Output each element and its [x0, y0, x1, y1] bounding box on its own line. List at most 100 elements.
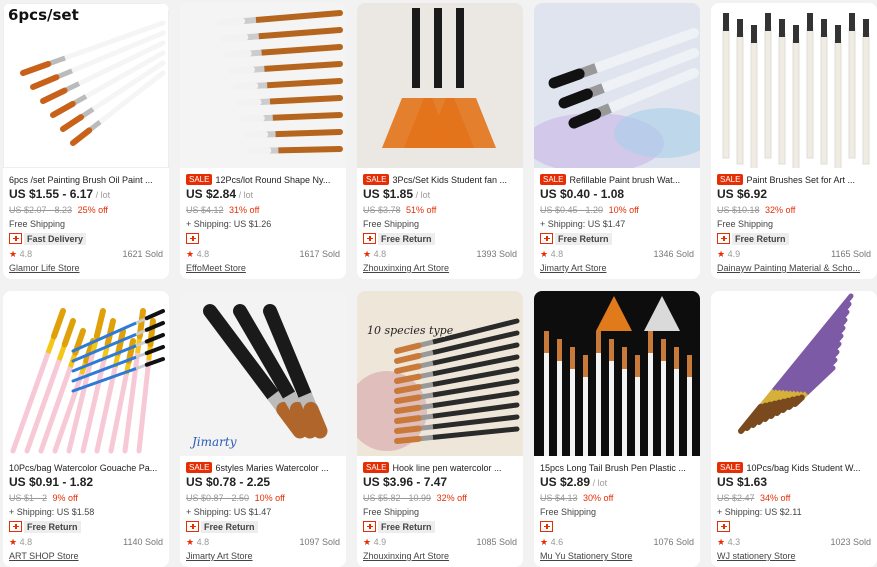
- store-link[interactable]: WJ stationery Store: [717, 549, 873, 563]
- badge-row: Free Return: [186, 519, 342, 533]
- sold-count: 1023 Sold: [830, 535, 871, 549]
- product-title[interactable]: SALE3Pcs/Set Kids Student fan ...: [363, 173, 519, 187]
- product-price: US $2.84: [186, 187, 236, 201]
- product-card[interactable]: SALEPaint Brushes Set for Art ... US $6.…: [711, 3, 877, 279]
- badge-row: [186, 231, 342, 245]
- original-price: US $10.18: [717, 205, 760, 215]
- store-link[interactable]: Jimarty Art Store: [540, 261, 696, 275]
- product-card[interactable]: 10 species type SALEHook line pen waterc…: [357, 291, 523, 567]
- product-image[interactable]: [357, 3, 523, 168]
- sold-count: 1621 Sold: [122, 247, 163, 261]
- service-tag: Free Return: [201, 521, 258, 533]
- rating-value: 4.9: [728, 249, 741, 259]
- sold-count: 1076 Sold: [653, 535, 694, 549]
- discount-label: 25% off: [78, 205, 108, 215]
- rating-value: 4.8: [20, 249, 33, 259]
- product-card[interactable]: SALE3Pcs/Set Kids Student fan ... US $1.…: [357, 3, 523, 279]
- rating-value: 4.6: [551, 537, 564, 547]
- shipping-info: + Shipping: US $1.26: [186, 217, 342, 231]
- product-price: US $6.92: [717, 187, 767, 201]
- gift-icon: [363, 521, 376, 532]
- product-image[interactable]: [180, 3, 346, 168]
- product-image[interactable]: [711, 291, 877, 456]
- discount-label: 32% off: [437, 493, 467, 503]
- store-link[interactable]: Mu Yu Stationery Store: [540, 549, 696, 563]
- product-card[interactable]: Jimarty SALE6styles Maries Watercolor ..…: [180, 291, 346, 567]
- sold-count: 1085 Sold: [476, 535, 517, 549]
- product-card[interactable]: 10Pcs/bag Watercolor Gouache Pa... US $0…: [3, 291, 169, 567]
- gift-icon: [186, 233, 199, 244]
- product-image[interactable]: [711, 3, 877, 168]
- product-title[interactable]: SALEHook line pen watercolor ...: [363, 461, 519, 475]
- product-title-text: Hook line pen watercolor ...: [392, 463, 501, 473]
- star-icon: ★: [9, 537, 17, 547]
- gift-icon: [363, 233, 376, 244]
- price-unit: / lot: [96, 190, 111, 200]
- product-card[interactable]: 6pcs/set 6pcs /set Painting Brush Oil Pa…: [3, 3, 169, 279]
- product-image[interactable]: 6pcs/set: [3, 3, 169, 168]
- product-card[interactable]: SALE12Pcs/lot Round Shape Ny... US $2.84…: [180, 3, 346, 279]
- service-tag: Free Return: [555, 233, 612, 245]
- product-card[interactable]: 15pcs Long Tail Brush Pen Plastic ... US…: [534, 291, 700, 567]
- price-unit: / lot: [593, 478, 608, 488]
- product-card[interactable]: SALE10Pcs/bag Kids Student W... US $1.63…: [711, 291, 877, 567]
- store-link[interactable]: Glamor Life Store: [9, 261, 165, 275]
- product-price: US $3.96 - 7.47: [363, 475, 447, 489]
- rating-value: 4.8: [20, 537, 33, 547]
- original-price: US $0.45 - 1.20: [540, 205, 603, 215]
- discount-label: 31% off: [229, 205, 259, 215]
- discount-label: 34% off: [760, 493, 790, 503]
- store-link[interactable]: Dainayw Painting Material & Scho...: [717, 261, 873, 275]
- product-price: US $0.78 - 2.25: [186, 475, 270, 489]
- original-price: US $0.87 - 2.50: [186, 493, 249, 503]
- service-tag: Fast Delivery: [24, 233, 86, 245]
- store-link[interactable]: ART SHOP Store: [9, 549, 165, 563]
- product-image[interactable]: [534, 291, 700, 456]
- product-title[interactable]: SALERefillable Paint brush Wat...: [540, 173, 696, 187]
- original-price: US $2.07 - 8.23: [9, 205, 72, 215]
- gift-icon: [9, 521, 22, 532]
- product-title-text: 6styles Maries Watercolor ...: [215, 463, 328, 473]
- rating-value: 4.8: [374, 249, 387, 259]
- discount-label: 51% off: [406, 205, 436, 215]
- star-icon: ★: [186, 249, 194, 259]
- service-tag: Free Return: [732, 233, 789, 245]
- gift-icon: [540, 521, 553, 532]
- star-icon: ★: [717, 537, 725, 547]
- shipping-info: Free Shipping: [363, 505, 519, 519]
- product-title[interactable]: SALE12Pcs/lot Round Shape Ny...: [186, 173, 342, 187]
- badge-row: Free Return: [9, 519, 165, 533]
- badge-row: Free Return: [717, 231, 873, 245]
- badge-row: Fast Delivery: [9, 231, 165, 245]
- svg-text:10 species type: 10 species type: [367, 324, 454, 337]
- rating-value: 4.9: [374, 537, 387, 547]
- product-title-text: 6pcs /set Painting Brush Oil Paint ...: [9, 175, 153, 185]
- product-image[interactable]: Jimarty: [180, 291, 346, 456]
- store-link[interactable]: Jimarty Art Store: [186, 549, 342, 563]
- rating-value: 4.8: [551, 249, 564, 259]
- store-link[interactable]: Zhouxinxing Art Store: [363, 549, 519, 563]
- product-title[interactable]: SALE10Pcs/bag Kids Student W...: [717, 461, 873, 475]
- product-title[interactable]: SALEPaint Brushes Set for Art ...: [717, 173, 873, 187]
- service-tag: Free Return: [378, 521, 435, 533]
- gift-icon: [186, 521, 199, 532]
- sale-badge: SALE: [717, 174, 743, 185]
- sale-badge: SALE: [186, 174, 212, 185]
- store-link[interactable]: EffoMeet Store: [186, 261, 342, 275]
- service-tag: Free Return: [24, 521, 81, 533]
- product-image[interactable]: [534, 3, 700, 168]
- star-icon: ★: [540, 537, 548, 547]
- product-title[interactable]: 6pcs /set Painting Brush Oil Paint ...: [9, 173, 165, 187]
- shipping-info: Free Shipping: [363, 217, 519, 231]
- product-card[interactable]: SALERefillable Paint brush Wat... US $0.…: [534, 3, 700, 279]
- gift-icon: [717, 521, 730, 532]
- product-image[interactable]: 10 species type: [357, 291, 523, 456]
- svg-text:Jimarty: Jimarty: [189, 435, 237, 449]
- star-icon: ★: [186, 537, 194, 547]
- product-title[interactable]: SALE6styles Maries Watercolor ...: [186, 461, 342, 475]
- product-title[interactable]: 10Pcs/bag Watercolor Gouache Pa...: [9, 461, 165, 475]
- store-link[interactable]: Zhouxinxing Art Store: [363, 261, 519, 275]
- gift-icon: [540, 233, 553, 244]
- product-title[interactable]: 15pcs Long Tail Brush Pen Plastic ...: [540, 461, 696, 475]
- product-image[interactable]: [3, 291, 169, 456]
